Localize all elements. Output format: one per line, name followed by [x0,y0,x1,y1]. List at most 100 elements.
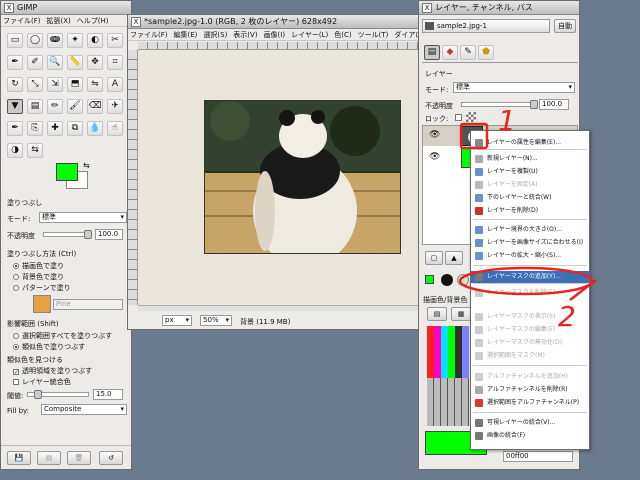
bucket-fill-icon[interactable]: ▼ [7,99,23,114]
context-menu-item[interactable]: 画像の統合(F) [471,430,589,442]
fill-whole-selection-radio[interactable]: 選択範囲すべてを塗りつぶす [13,331,112,341]
dodge-burn-icon[interactable]: ◑ [7,143,23,158]
move-icon[interactable]: ✥ [87,55,103,70]
shear-icon[interactable]: ⇲ [47,77,63,92]
canvas-area[interactable] [138,50,421,305]
new-layer-button[interactable]: ▢ [425,251,443,265]
restore-options-button[interactable]: ▤ [37,451,61,465]
perspective-icon[interactable]: ⬒ [67,77,83,92]
sample-merged-checkbox[interactable]: レイヤー統合色 [13,377,71,387]
ink-icon[interactable]: ✒ [7,121,23,136]
menu-extensions[interactable]: 拡張(X) [47,16,71,26]
fg-swatch-small[interactable] [425,275,434,284]
hex-color-input[interactable]: 00ff00 [503,451,573,462]
context-menu-item[interactable]: レイヤー境界の大きさ(O)... [471,224,589,236]
blur-icon[interactable]: 💧 [87,121,103,136]
mode-select[interactable]: 標準 ▾ [39,212,127,223]
image-menu-tools[interactable]: ツール(T) [358,30,389,40]
palette-button-2[interactable]: ▦ [451,307,471,321]
menu-file[interactable]: ファイル(F) [3,16,41,26]
layer-mode-select[interactable]: 標準 ▾ [453,82,575,93]
eraser-icon[interactable]: ⌫ [87,99,103,114]
crop-icon[interactable]: ⌗ [107,55,123,70]
fill-by-select[interactable]: Composite ▾ [41,404,127,415]
text-icon[interactable]: A [107,77,123,92]
context-menu-item[interactable]: レイヤーを複製(U) [471,166,589,178]
measure-icon[interactable]: 📏 [67,55,83,70]
tab-paths-icon[interactable]: ✎ [460,45,476,60]
color-picker-icon[interactable]: ✐ [27,55,43,70]
tab-channels-icon[interactable]: ◆ [442,45,458,60]
ellipse-select-icon[interactable]: ◯ [27,33,43,48]
threshold-slider-handle[interactable] [34,390,42,399]
auto-button[interactable]: 自動 [554,19,576,33]
context-menu-item[interactable]: レイヤーを削除(D) [471,205,589,217]
image-menu-edit[interactable]: 編集(E) [174,30,198,40]
context-menu-item[interactable]: 可視レイヤーの統合(V)... [471,417,589,429]
context-menu-item[interactable]: 選択範囲をアルファチャンネル(P) [471,397,589,409]
toolbox-titlebar[interactable]: X GIMP [1,1,131,15]
fill-similar-radio[interactable]: 類似色で塗りつぶす [13,342,85,352]
image-menu-select[interactable]: 選択(S) [203,30,227,40]
clone-icon[interactable]: ⎘ [27,121,43,136]
layer-opacity-input[interactable]: 100.0 [539,99,569,110]
fill-transparent-checkbox[interactable]: ✓ 透明領域を塗りつぶす [13,366,92,376]
heal-icon[interactable]: ✚ [47,121,63,136]
image-titlebar[interactable]: X *sample2.jpg-1.0 (RGB, 2 枚のレイヤー) 628x4… [128,15,431,29]
raise-layer-button[interactable]: ▲ [445,251,463,265]
airbrush-icon[interactable]: ✈ [107,99,123,114]
tab-layers-icon[interactable]: ▤ [424,45,440,60]
image-menu-colors[interactable]: 色(C) [334,30,351,40]
perspective-clone-icon[interactable]: ⧉ [67,121,83,136]
context-menu-item[interactable]: 新規レイヤー(N)... [471,153,589,165]
opacity-input[interactable]: 100.0 [95,229,123,240]
eye-icon[interactable]: 👁 [429,130,440,140]
palette-circle-icon-2[interactable] [457,274,469,286]
menu-help[interactable]: ヘルプ(H) [77,16,109,26]
zoom-select[interactable]: 50% ▾ [200,315,232,326]
lock-alpha-checkbox[interactable] [455,114,462,121]
layer-opacity-slider[interactable] [461,100,538,109]
scale-icon[interactable]: ⤡ [27,77,43,92]
opacity-slider[interactable] [43,230,92,239]
flip-icon[interactable]: ⇋ [87,77,103,92]
paintbrush-icon[interactable]: 🖌 [67,99,83,114]
palette-circle-icon[interactable] [441,274,453,286]
color-scales[interactable] [427,326,469,426]
image-menu-file[interactable]: ファイル(F) [130,30,168,40]
context-menu-item[interactable]: レイヤーを画像サイズに合わせる(I) [471,237,589,249]
image-menu-layer[interactable]: レイヤー(L) [291,30,328,40]
color-select-icon[interactable]: ◐ [87,33,103,48]
fill-bg-radio[interactable]: 背景色で塗り [13,272,64,282]
delete-options-button[interactable]: 🗑 [67,451,91,465]
opacity-slider-handle[interactable] [84,230,92,239]
rect-select-icon[interactable]: ▭ [7,33,23,48]
color-swap-icon[interactable]: ⇆ [27,143,43,158]
threshold-slider[interactable] [27,390,89,399]
unit-select[interactable]: px ▾ [162,315,192,326]
fuzzy-select-icon[interactable]: ✦ [67,33,83,48]
save-options-button[interactable]: 💾 [7,451,31,465]
image-menu-image[interactable]: 画像(I) [264,30,286,40]
pattern-preview[interactable] [33,295,51,313]
context-menu-item[interactable]: レイヤーマスクの追加(Y)... [471,271,589,283]
swap-colors-icon[interactable]: ⇆ [83,161,90,170]
fill-fg-radio[interactable]: 描画色で塗り [13,261,64,271]
smudge-icon[interactable]: ☝ [107,121,123,136]
eye-icon[interactable]: 👁 [429,152,440,162]
horizontal-scrollbar[interactable] [138,305,421,311]
context-menu-item[interactable]: アルファチャンネルを削除(R) [471,384,589,396]
rotate-icon[interactable]: ↻ [7,77,23,92]
panda-image[interactable] [204,100,401,254]
context-menu-item[interactable]: レイヤーの属性を編集(E)... [471,137,589,149]
paths-icon[interactable]: ✒ [7,55,23,70]
image-selector[interactable]: sample2.jpg-1 [422,19,550,33]
free-select-icon[interactable]: ↈ [47,33,63,48]
threshold-input[interactable]: 15.0 [93,389,123,400]
image-menu-view[interactable]: 表示(V) [233,30,257,40]
layers-titlebar[interactable]: X レイヤー, チャンネル, パス [419,1,579,15]
zoom-icon[interactable]: 🔍 [47,55,63,70]
reset-options-button[interactable]: ↺ [99,451,123,465]
palette-button-1[interactable]: ▤ [427,307,447,321]
blend-icon[interactable]: ▤ [27,99,43,114]
